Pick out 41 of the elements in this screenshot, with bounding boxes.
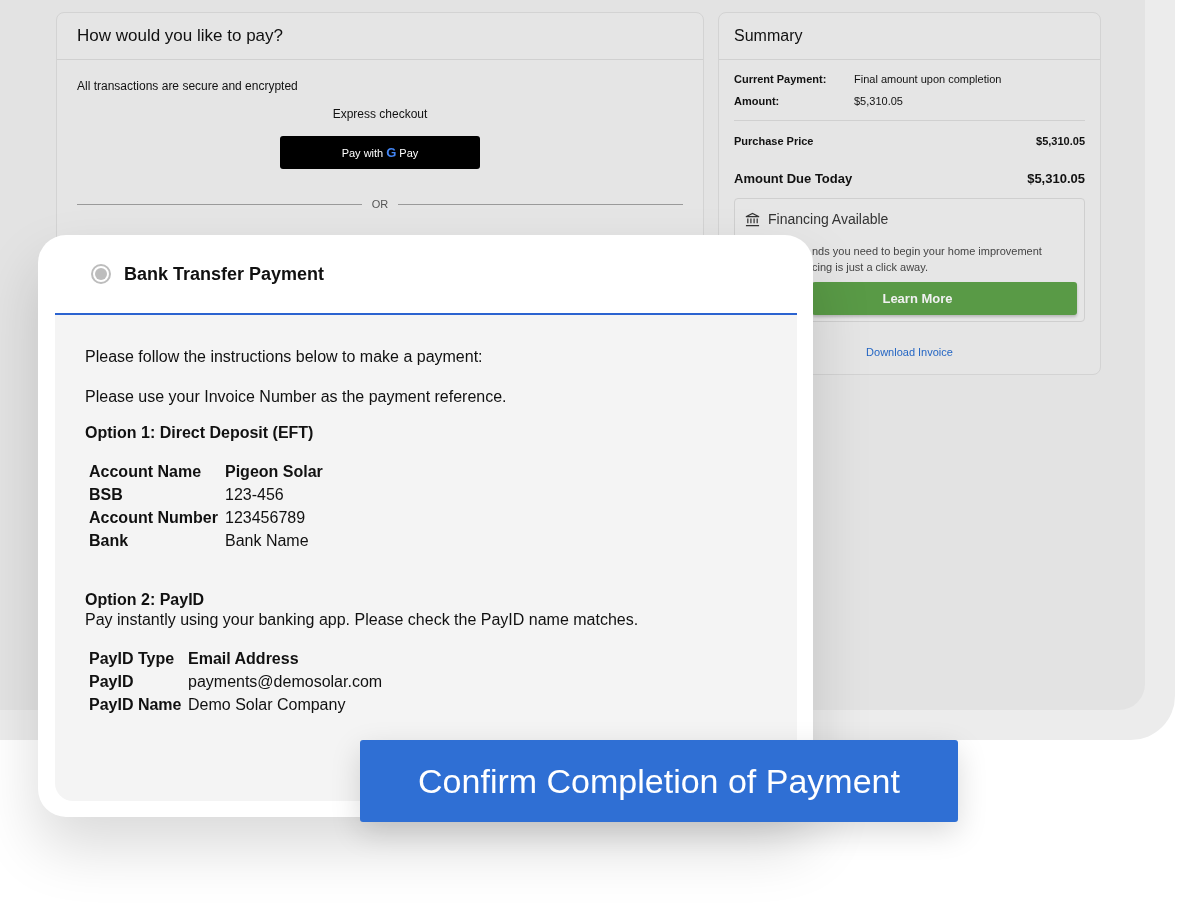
field-label: Bank — [89, 532, 130, 550]
or-divider-label: OR — [371, 198, 389, 210]
field-value: 123-456 — [225, 486, 285, 504]
field-value: 123456789 — [225, 509, 307, 527]
download-invoice-link[interactable]: Download Invoice — [866, 346, 953, 358]
financing-description: nds you need to begin your home improvement cing is just a click away. — [812, 244, 1043, 275]
confirm-payment-button[interactable]: Confirm Completion of Payment — [360, 740, 958, 822]
detail-label: Amount: — [734, 95, 781, 107]
panel-title: How would you like to pay? — [57, 13, 703, 60]
option-heading: Option 2: PayID — [85, 590, 206, 610]
instruction-text: Please follow the instructions below to make a payment: — [85, 347, 484, 367]
detail-label: Current Payment: — [734, 73, 828, 85]
amount-due-value: $5,310.05 — [1027, 171, 1085, 186]
field-label: Account Name — [89, 463, 203, 481]
field-label: PayID Type — [89, 650, 176, 668]
express-checkout-label: Express checkout — [332, 107, 428, 121]
detail-value: Final amount upon completion — [854, 73, 1002, 85]
field-label: PayID — [89, 673, 135, 691]
reference-note: Please use your Invoice Number as the payment reference. — [85, 387, 508, 407]
field-value: Demo Solar Company — [188, 696, 347, 714]
detail-value: $5,310.05 — [854, 95, 903, 107]
google-pay-button[interactable]: Pay with G Pay — [280, 136, 480, 169]
financing-title: Financing Available — [768, 211, 889, 227]
field-value: Bank Name — [225, 532, 310, 550]
option-heading: Option 1: Direct Deposit (EFT) — [85, 423, 315, 443]
field-value: payments@demosolar.com — [188, 673, 384, 691]
field-label: BSB — [89, 486, 124, 504]
learn-more-button[interactable]: Learn More — [812, 282, 1077, 315]
radio-button[interactable] — [91, 264, 111, 284]
payment-method-label: Bank Transfer Payment — [124, 263, 325, 285]
field-label: Account Number — [89, 509, 219, 527]
field-value: Email Address — [188, 650, 300, 668]
field-value: Pigeon Solar — [225, 463, 324, 481]
bank-icon — [745, 211, 760, 227]
panel-title: Summary — [719, 13, 1100, 60]
field-label: PayID Name — [89, 696, 183, 714]
option-description: Pay instantly using your banking app. Please check the PayID name matches. — [85, 610, 640, 630]
security-note: All transactions are secure and encrypted — [77, 79, 299, 93]
price-value: $5,310.05 — [1036, 135, 1085, 147]
price-label: Purchase Price — [734, 135, 814, 147]
amount-due-label: Amount Due Today — [734, 171, 853, 186]
